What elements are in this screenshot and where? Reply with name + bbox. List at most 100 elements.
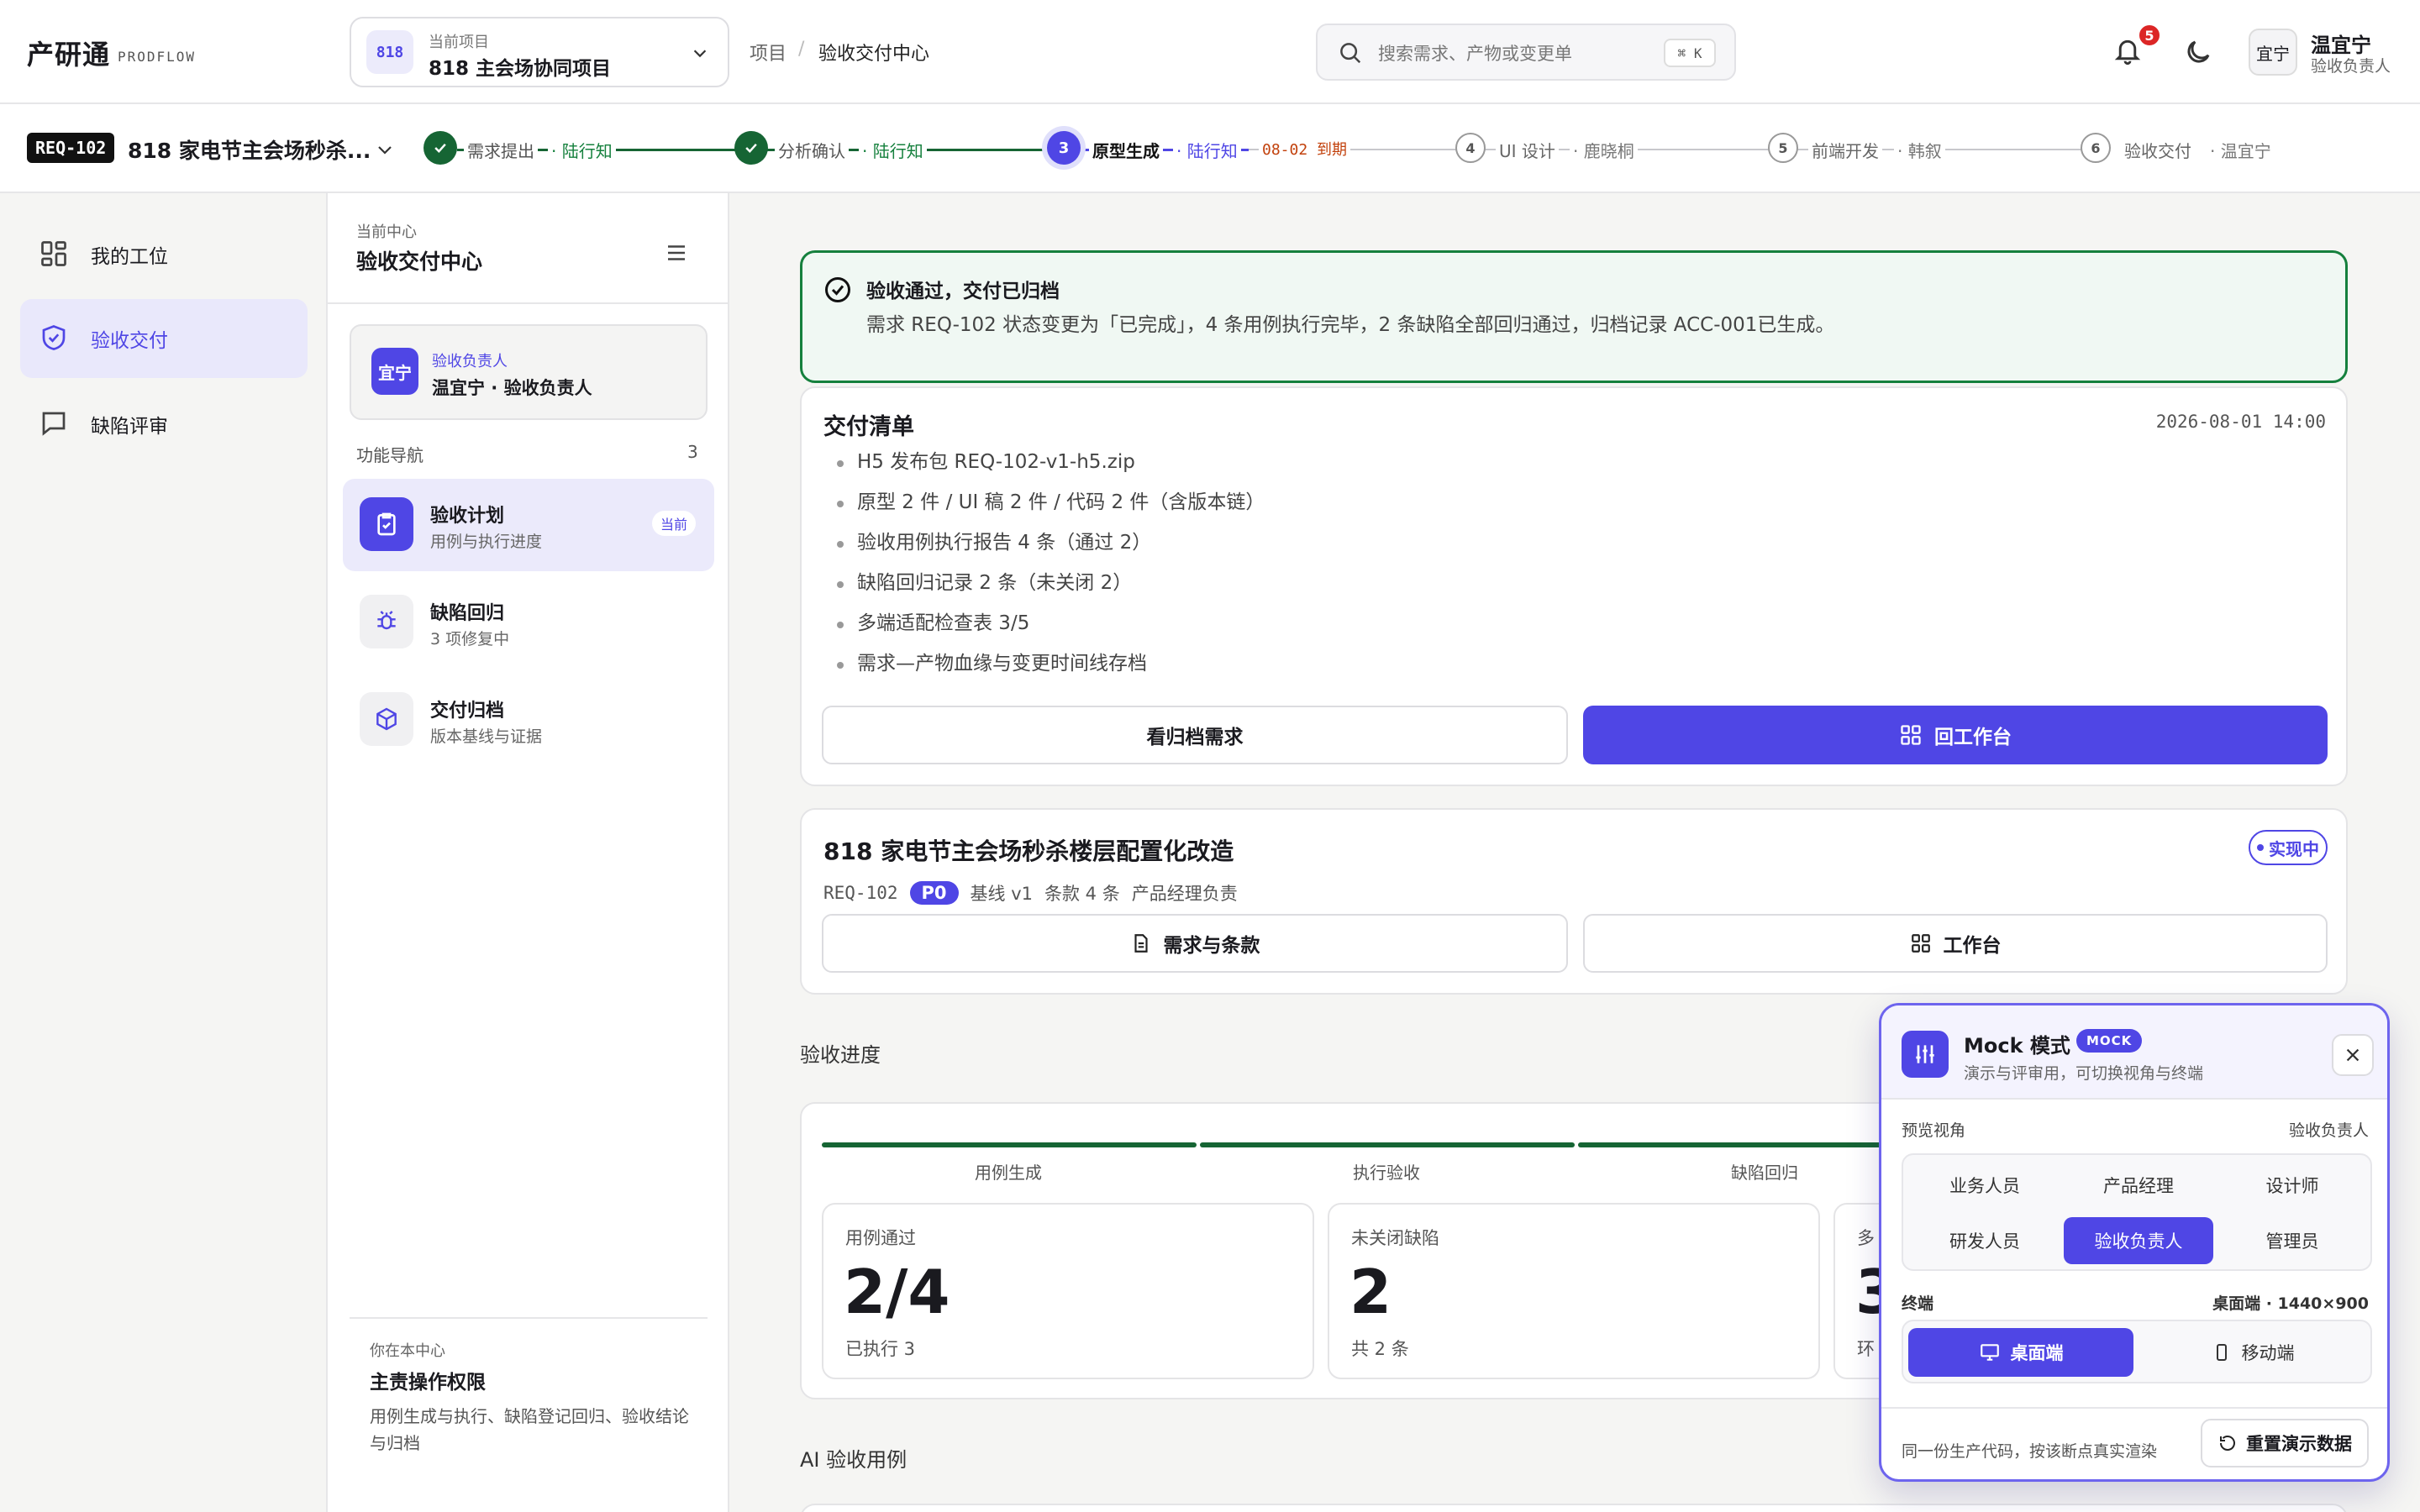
project-selector[interactable]: 818 当前项目 818 主会场协同项目 xyxy=(350,17,729,87)
step-3-label: 原型生成 xyxy=(1089,138,1163,162)
step-5-label: 前端开发 xyxy=(1808,138,1882,162)
step-6-owner: · 温宜宁 xyxy=(2207,138,2275,162)
current-tag: 当前 xyxy=(651,511,696,536)
requirement-name: 818 家电节主会场秒杀楼层配置化改造 xyxy=(823,837,1234,865)
nav-item-acceptance[interactable]: 验收交付 xyxy=(20,299,308,378)
role-option[interactable]: 研发人员 xyxy=(1910,1217,2060,1264)
fn-subtitle: 3 项修复中 xyxy=(430,630,510,648)
refresh-icon xyxy=(2217,1433,2238,1453)
step-1-check-icon[interactable] xyxy=(424,131,457,165)
step-2-owner: · 陆行知 xyxy=(859,138,927,162)
role-option[interactable]: 产品经理 xyxy=(2064,1162,2213,1209)
step-4-number[interactable]: 4 xyxy=(1455,133,1486,163)
workbench-button[interactable]: 工作台 xyxy=(1583,914,2328,973)
fn-subtitle: 版本基线与证据 xyxy=(430,727,543,746)
button-label: 重置演示数据 xyxy=(2246,1434,2352,1454)
fn-item-acceptance-plan[interactable]: 验收计划 用例与执行进度 当前 xyxy=(343,479,714,571)
reset-demo-button[interactable]: 重置演示数据 xyxy=(2201,1419,2369,1467)
terminal-desktop-button[interactable]: 桌面端 xyxy=(1908,1328,2133,1377)
button-label: 看归档需求 xyxy=(1146,727,1244,748)
fn-item-delivery-archive[interactable]: 交付归档 版本基线与证据 xyxy=(343,674,714,766)
breadcrumb-root[interactable]: 项目 xyxy=(750,39,786,66)
delivery-title: 交付清单 xyxy=(823,414,914,440)
terminal-selector: 桌面端 移动端 xyxy=(1902,1320,2372,1383)
success-banner: 验收通过，交付已归档 需求 REQ-102 状态变更为「已完成」，4 条用例执行… xyxy=(800,250,2348,383)
center-panel: 当前中心 验收交付中心 宜宁 验收负责人 温宜宁 · 验收负责人 功能导航 3 … xyxy=(328,193,729,1512)
priority-badge: P0 xyxy=(909,881,959,905)
stat-sub: 共 2 条 xyxy=(1351,1339,1409,1359)
button-label: 移动端 xyxy=(2241,1343,2295,1363)
role-selector: 业务人员 产品经理 设计师 研发人员 验收负责人 管理员 xyxy=(1902,1153,2372,1271)
requirement-title: 818 家电节主会场秒杀... xyxy=(128,139,371,163)
monitor-icon xyxy=(1979,1341,2001,1363)
list-item: 验收用例执行报告 4 条（通过 2） xyxy=(836,522,1265,563)
ai-cases-card xyxy=(800,1504,2348,1512)
terminal-value: 桌面端 · 1440×900 xyxy=(2212,1294,2369,1313)
stat-card: 未关闭缺陷 2 共 2 条 xyxy=(1328,1203,1820,1379)
chat-icon xyxy=(39,408,69,438)
role-option[interactable]: 设计师 xyxy=(2217,1162,2367,1209)
fn-title: 缺陷回归 xyxy=(430,603,505,624)
permission-caption: 你在本中心 xyxy=(370,1342,445,1360)
grid-icon xyxy=(1910,932,1932,954)
function-nav-heading: 功能导航 xyxy=(356,445,424,465)
grid-icon xyxy=(39,239,69,269)
search-icon xyxy=(1338,40,1363,66)
breadcrumb-separator: / xyxy=(798,39,805,60)
button-label: 工作台 xyxy=(1943,935,2002,957)
project-name: 818 主会场协同项目 xyxy=(429,58,612,80)
step-4-label: UI 设计 xyxy=(1496,138,1559,162)
step-1-label: 需求提出 xyxy=(464,138,538,162)
search-shortcut: ⌘ K xyxy=(1664,39,1716,67)
step-3-number[interactable]: 3 xyxy=(1047,131,1081,165)
step-2-check-icon[interactable] xyxy=(734,131,768,165)
fn-subtitle: 用例与执行进度 xyxy=(430,533,543,551)
mock-header: Mock 模式 MOCK 演示与评审用，可切换视角与终端 xyxy=(1881,1005,2387,1100)
menu-icon[interactable] xyxy=(664,240,689,265)
phone-icon xyxy=(2212,1341,2232,1363)
role-option[interactable]: 管理员 xyxy=(2217,1217,2367,1264)
chevron-down-icon xyxy=(691,44,709,62)
phase-label: 用例生成 xyxy=(975,1163,1042,1183)
owner-role: 验收负责人 xyxy=(432,353,508,370)
moon-icon[interactable] xyxy=(2183,37,2213,67)
terminal-mobile-button[interactable]: 移动端 xyxy=(2140,1328,2365,1377)
status-badge: 实现中 xyxy=(2249,830,2328,865)
baseline: 基线 v1 xyxy=(970,884,1033,904)
center-caption: 当前中心 xyxy=(356,223,417,241)
role-option[interactable]: 业务人员 xyxy=(1910,1162,2060,1209)
mock-subtitle: 演示与评审用，可切换视角与终端 xyxy=(1964,1064,2204,1083)
user-avatar[interactable]: 宜宁 xyxy=(2249,29,2297,76)
spec-and-clauses-button[interactable]: 需求与条款 xyxy=(822,914,1568,973)
stat-value: 2/4 xyxy=(844,1257,950,1327)
step-5-number[interactable]: 5 xyxy=(1768,133,1798,163)
nav-item-workspace[interactable]: 我的工位 xyxy=(20,215,308,294)
step-1-owner: · 陆行知 xyxy=(548,138,616,162)
fn-item-defect-regression[interactable]: 缺陷回归 3 项修复中 xyxy=(343,576,714,669)
requirement-id: REQ-102 xyxy=(823,883,898,903)
document-icon xyxy=(1130,932,1152,954)
clauses: 条款 4 条 xyxy=(1044,884,1120,904)
ai-section-title: AI 验收用例 xyxy=(800,1448,908,1472)
package-icon xyxy=(360,692,413,746)
step-6-number[interactable]: 6 xyxy=(2081,133,2111,163)
owner-card: 宜宁 验收负责人 温宜宁 · 验收负责人 xyxy=(350,324,708,420)
status-label: 实现中 xyxy=(2269,838,2319,859)
mock-title: Mock 模式 xyxy=(1964,1034,2070,1058)
terminal-label: 终端 xyxy=(1902,1294,1934,1313)
brand-sub: PRODFLOW xyxy=(118,49,197,65)
view-archive-button[interactable]: 看归档需求 xyxy=(822,706,1568,764)
check-circle-icon xyxy=(823,275,853,305)
chevron-down-icon[interactable] xyxy=(375,139,395,160)
clipboard-check-icon xyxy=(360,497,413,551)
back-to-workbench-button[interactable]: 回工作台 xyxy=(1583,706,2328,764)
fn-title: 验收计划 xyxy=(430,506,505,527)
nav-item-defect-review[interactable]: 缺陷评审 xyxy=(20,385,308,464)
button-label: 回工作台 xyxy=(1934,727,2012,748)
close-button[interactable] xyxy=(2332,1034,2374,1076)
search-box[interactable]: 搜索需求、产物或变更单 ⌘ K xyxy=(1316,24,1736,81)
role-option-selected[interactable]: 验收负责人 xyxy=(2064,1217,2213,1264)
grid-icon xyxy=(1899,723,1923,747)
owner-avatar: 宜宁 xyxy=(371,348,418,395)
project-badge: 818 xyxy=(366,30,413,74)
